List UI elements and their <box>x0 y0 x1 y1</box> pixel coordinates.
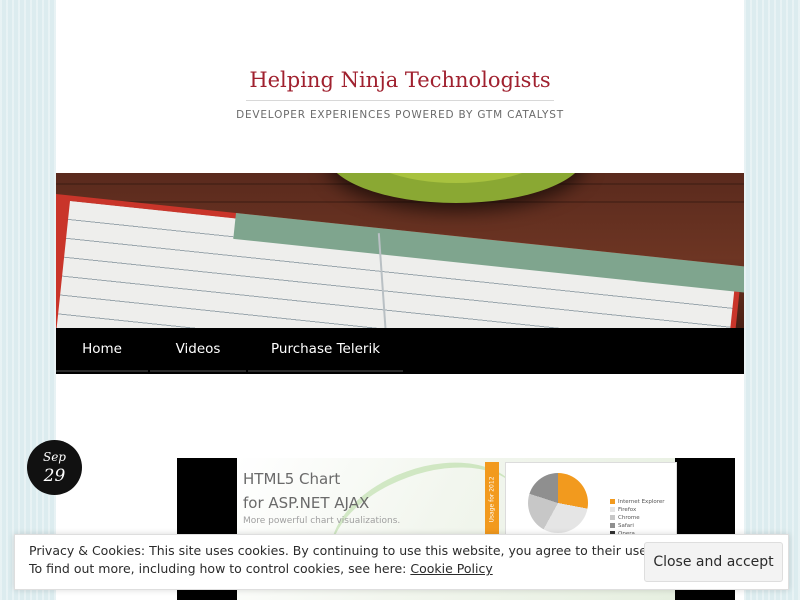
cookie-info-prefix: To find out more, including how to contr… <box>29 561 411 576</box>
post-date-day: 29 <box>43 466 66 486</box>
legend-item: Internet Explorer <box>610 499 665 506</box>
site-title[interactable]: Helping Ninja Technologists <box>56 68 744 92</box>
title-divider <box>246 100 554 101</box>
promo-title: HTML5 Chart <box>243 470 341 488</box>
legend-item: Chrome <box>610 515 640 522</box>
site-description: DEVELOPER EXPERIENCES POWERED BY GTM CAT… <box>236 109 564 121</box>
post-date-badge[interactable]: Sep 29 <box>27 440 82 495</box>
legend-label: Firefox <box>618 507 637 513</box>
cookie-info-text: To find out more, including how to contr… <box>29 561 493 576</box>
nav-item-purchase-telerik[interactable]: Purchase Telerik <box>248 328 403 372</box>
pie-graphic <box>528 473 588 533</box>
header-image <box>56 173 744 328</box>
nav-item-videos[interactable]: Videos <box>150 328 246 372</box>
promo-tagline: More powerful chart visualizations. <box>243 516 401 526</box>
chart-title-strip: Usage for 2012 <box>485 462 499 542</box>
nav-item-home[interactable]: Home <box>56 328 148 372</box>
cookie-banner: Privacy & Cookies: This site uses cookie… <box>14 534 789 590</box>
main-navigation: Home Videos Purchase Telerik <box>56 328 744 374</box>
legend-item: Firefox <box>610 507 636 514</box>
page-container: Helping Ninja Technologists DEVELOPER EX… <box>56 0 744 600</box>
legend-swatch <box>610 507 615 512</box>
legend-swatch <box>610 515 615 520</box>
legend-swatch <box>610 499 615 504</box>
chart-title-strip-label: Usage for 2012 <box>488 476 496 523</box>
legend-label: Safari <box>618 523 634 529</box>
legend-label: Internet Explorer <box>618 499 665 505</box>
cookie-policy-link[interactable]: Cookie Policy <box>410 561 492 576</box>
wood-grain <box>56 201 744 203</box>
promo-subtitle: for ASP.NET AJAX <box>243 494 370 512</box>
legend-item: Safari <box>610 523 634 530</box>
post-date-month: Sep <box>42 450 66 464</box>
legend-label: Chrome <box>618 515 640 521</box>
close-and-accept-button[interactable]: Close and accept <box>644 542 783 582</box>
cookie-notice-text: Privacy & Cookies: This site uses cookie… <box>29 543 651 558</box>
legend-swatch <box>610 523 615 528</box>
